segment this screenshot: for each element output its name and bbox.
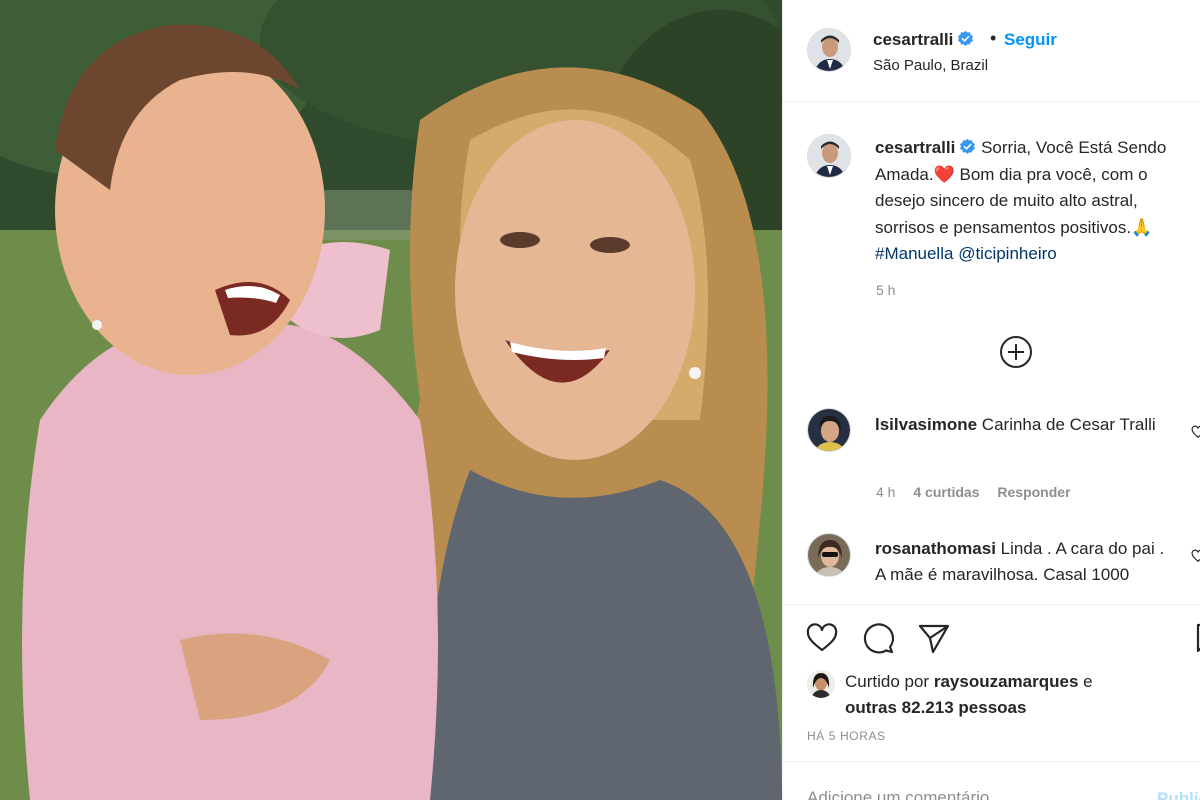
liked-by-others-link[interactable]: outras 82.213 pessoas [845,698,1026,717]
verified-badge-icon [958,30,974,46]
caption-author-avatar-image [808,135,850,177]
comments-list[interactable]: cesartralli Sorria, Você Está Sendo Amad… [783,103,1200,603]
author-username-text[interactable]: cesartralli [873,30,953,49]
post-side-panel: cesartralli • Seguir São Paulo, Brazil c… [782,0,1200,800]
liked-by-username[interactable]: raysouzamarques [934,672,1079,691]
liker-avatar-image [807,670,835,698]
caption-mention[interactable]: @ticipinheiro [958,244,1057,263]
comment-reply-button[interactable]: Responder [997,484,1070,500]
commenter-avatar-image [808,409,850,451]
verified-badge-icon [960,138,976,154]
commenter-avatar-image [808,534,850,576]
comment-text: lsilvasimone Carinha de Cesar Tralli [875,412,1175,438]
heart-emoji: ❤️ [933,164,955,184]
comment-like-heart-icon[interactable] [1191,425,1200,439]
post-caption: cesartralli Sorria, Você Está Sendo Amad… [875,135,1197,268]
comment-body: Carinha de Cesar Tralli [981,415,1156,434]
liked-by-summary: Curtido por raysouzamarques e outras 82.… [845,669,1185,721]
pray-emoji: 🙏 [1131,217,1153,237]
liked-by-prefix: Curtido por [845,672,930,691]
header-separator-dot: • [990,28,997,48]
liker-avatar[interactable] [807,670,835,698]
caption-author-avatar[interactable] [807,134,851,178]
follow-button[interactable]: Seguir [1004,30,1057,50]
comment-likes[interactable]: 4 curtidas [913,484,979,500]
liked-by-and: e [1083,672,1093,691]
caption-hashtag[interactable]: #Manuella [875,244,953,263]
post-actions-section: Curtido por raysouzamarques e outras 82.… [783,604,1200,760]
comment-meta: 4 h 4 curtidas Responder [876,484,1085,500]
comment-text: rosanathomasi Linda . A cara do pai . A … [875,536,1175,588]
share-paper-plane-icon[interactable] [917,621,951,655]
commenter-username[interactable]: rosanathomasi [875,539,996,558]
comment-time[interactable]: 4 h [876,484,895,500]
author-avatar[interactable] [807,28,851,72]
post-photo[interactable] [0,0,782,800]
load-more-comments-icon[interactable] [999,335,1033,369]
commenter-avatar[interactable] [807,408,851,452]
comment-like-heart-icon[interactable] [1191,549,1200,563]
add-comment-bar: Publicar [783,761,1200,800]
caption-username[interactable]: cesartralli [875,138,955,157]
post-location[interactable]: São Paulo, Brazil [873,57,988,74]
publish-comment-button[interactable]: Publicar [1157,789,1200,800]
save-bookmark-icon[interactable] [1195,621,1200,655]
comment-bubble-icon[interactable] [861,621,895,655]
commenter-username[interactable]: lsilvasimone [875,415,977,434]
post-photo-illustration [0,0,782,800]
author-username[interactable]: cesartralli [873,30,974,50]
add-comment-input[interactable] [807,788,1107,800]
post-header: cesartralli • Seguir São Paulo, Brazil [783,0,1200,102]
like-heart-icon[interactable] [805,621,839,655]
caption-timestamp[interactable]: 5 h [876,282,895,298]
post-age-timestamp[interactable]: HÁ 5 HORAS [807,729,886,743]
commenter-avatar[interactable] [807,533,851,577]
author-avatar-image [808,29,850,71]
